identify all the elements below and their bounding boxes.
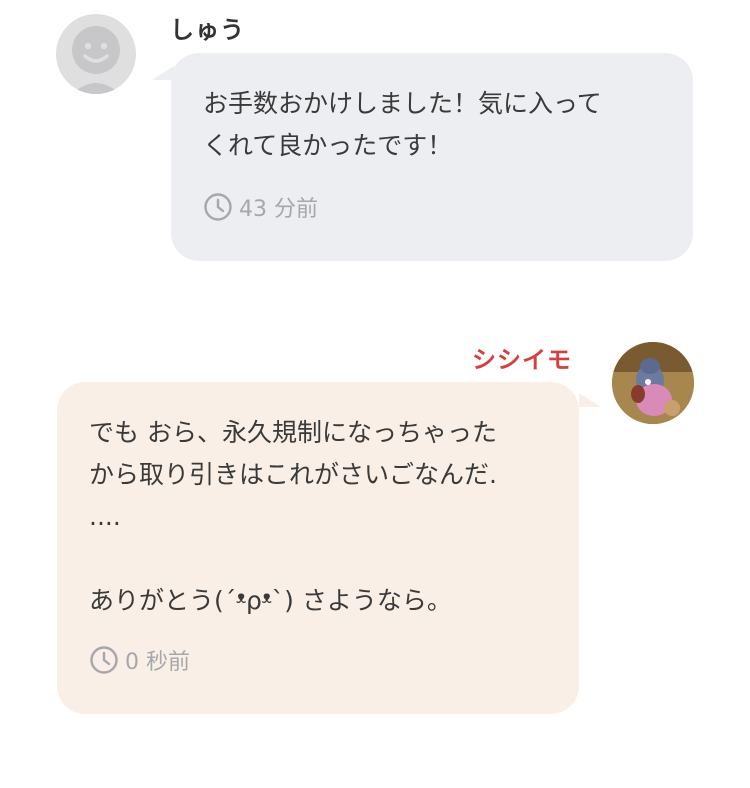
user-avatar[interactable] xyxy=(612,342,694,424)
avatar-photo xyxy=(612,342,694,424)
own-sender-name: シシイモ xyxy=(472,346,572,374)
default-avatar-icon xyxy=(72,26,120,94)
clock-icon xyxy=(204,193,232,221)
message-text: でも おら、永久規制になっちゃった から取り引きはこれがさいごなんだ. ....… xyxy=(89,418,497,615)
message-timestamp: 0 秒前 xyxy=(89,644,190,676)
default-avatar[interactable] xyxy=(56,14,136,94)
bubble-tail xyxy=(579,393,601,407)
sender-name: しゅう xyxy=(170,16,245,44)
message-text: お手数おかけしました！気に入って くれて良かったです！ xyxy=(203,89,602,160)
clock-icon xyxy=(90,646,118,674)
message-bubble-incoming: お手数おかけしました！気に入って くれて良かったです！ 43 分前 xyxy=(171,53,693,261)
timestamp-text: 0 秒前 xyxy=(125,650,190,675)
message-bubble-outgoing: でも おら、永久規制になっちゃった から取り引きはこれがさいごなんだ. ....… xyxy=(57,382,579,714)
message-timestamp: 43 分前 xyxy=(203,191,318,223)
timestamp-text: 43 分前 xyxy=(239,197,318,222)
